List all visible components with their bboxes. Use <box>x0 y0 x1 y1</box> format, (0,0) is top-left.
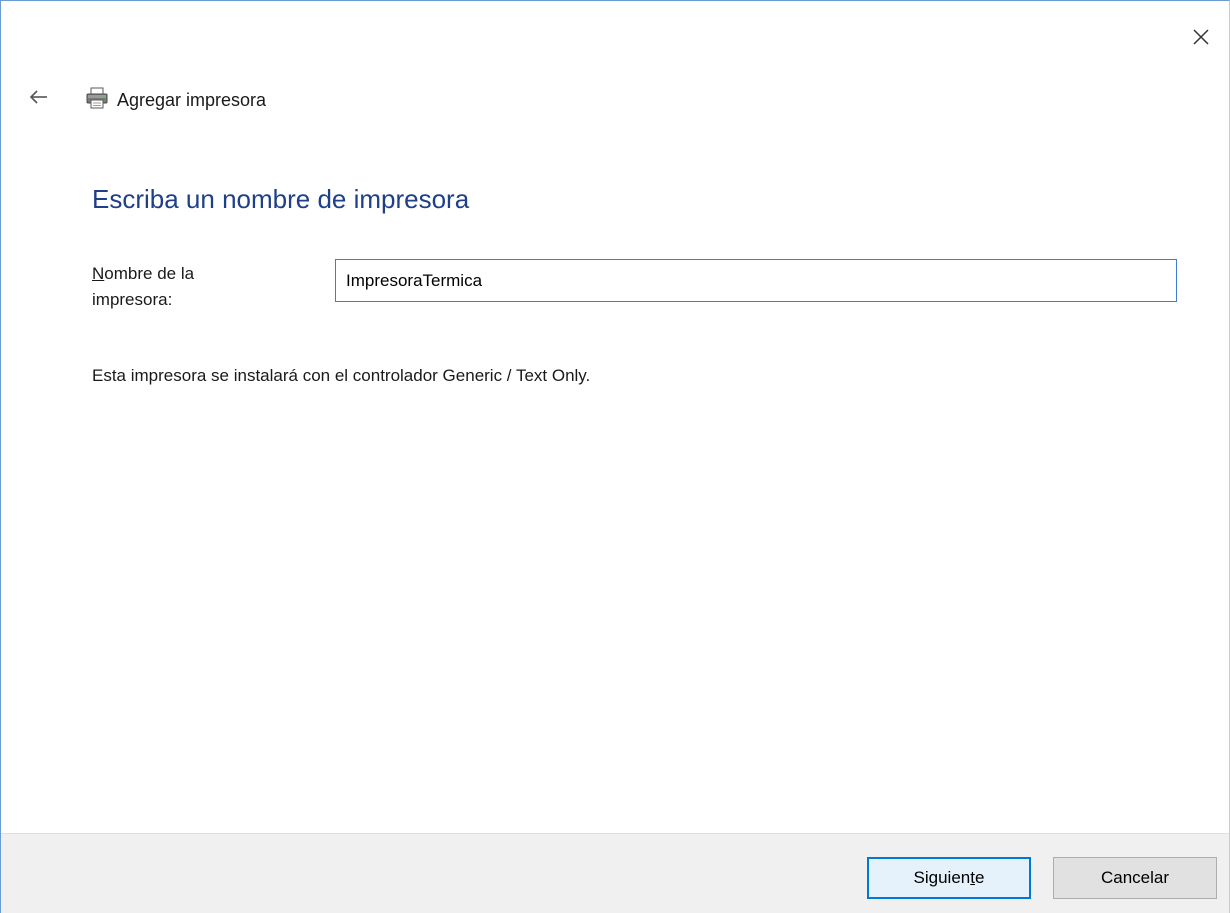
cancel-button[interactable]: Cancelar <box>1053 857 1217 899</box>
printer-name-input[interactable] <box>335 259 1177 302</box>
back-button[interactable] <box>25 85 53 109</box>
dialog-footer: Siguiente Cancelar <box>1 833 1229 913</box>
dialog-title: Agregar impresora <box>117 90 267 110</box>
add-printer-dialog: Agregar impresora Escriba un nombre de i… <box>0 0 1230 913</box>
next-button[interactable]: Siguiente <box>867 857 1031 899</box>
printer-name-label: Nombre de la impresora: <box>92 261 292 313</box>
page-heading: Escriba un nombre de impresora <box>92 184 470 214</box>
driver-info-text: Esta impresora se instalará con el contr… <box>92 366 591 385</box>
back-arrow-icon <box>29 90 47 104</box>
close-icon <box>1193 29 1209 45</box>
label-line2: impresora: <box>92 290 173 309</box>
close-button[interactable] <box>1187 23 1215 51</box>
printer-icon <box>86 87 108 109</box>
label-line1: ombre de la <box>104 264 195 283</box>
next-label-post: e <box>974 868 985 887</box>
label-mnemonic: N <box>92 264 105 283</box>
next-label-pre: Siguien <box>913 868 971 887</box>
